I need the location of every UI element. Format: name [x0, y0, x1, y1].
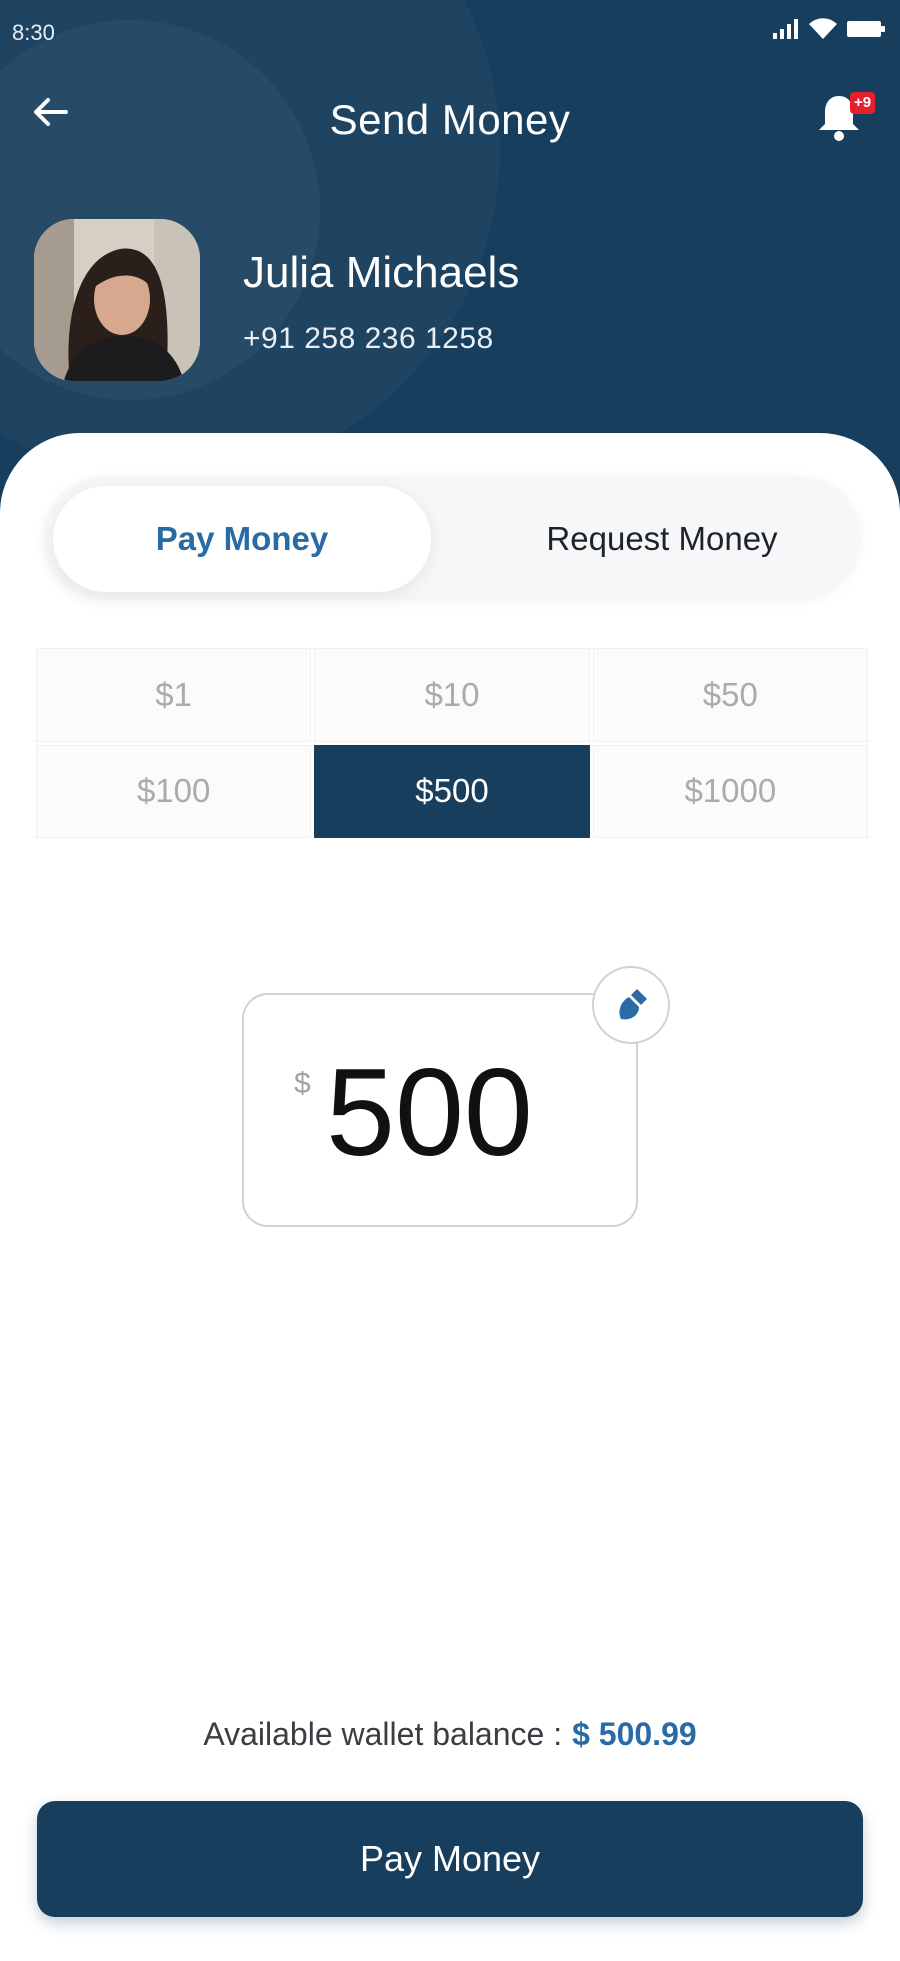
wallet-balance-amount: $ 500.99	[572, 1716, 697, 1752]
pay-money-button[interactable]: Pay Money	[37, 1801, 863, 1917]
amount-option[interactable]: $10	[314, 648, 590, 742]
amount-option[interactable]: $1	[36, 648, 312, 742]
amount-option[interactable]: $100	[36, 744, 312, 838]
status-icons	[772, 18, 886, 40]
signal-icon	[773, 19, 798, 39]
status-bar: 8:30	[0, 0, 900, 60]
wallet-balance-label: Available wallet balance :	[203, 1716, 563, 1752]
avatar	[34, 219, 200, 381]
notifications-button[interactable]: +9	[812, 86, 876, 146]
edit-amount-button[interactable]	[592, 966, 670, 1044]
brush-icon	[619, 989, 647, 1020]
amount-option[interactable]: $50	[592, 648, 868, 742]
currency-symbol: $	[294, 1067, 311, 1100]
amount-value: 500	[326, 1044, 533, 1182]
contact-photo	[34, 219, 200, 381]
amount-option[interactable]: $1000	[592, 744, 868, 838]
battery-icon	[847, 21, 885, 37]
tab-pay-money[interactable]: Pay Money	[53, 486, 431, 592]
wifi-icon	[809, 18, 837, 39]
quick-amount-grid: $1 $10 $50 $100 $500 $1000	[36, 648, 868, 838]
tab-request-money[interactable]: Request Money	[473, 486, 851, 592]
wallet-balance: Available wallet balance : $ 500.99	[0, 1716, 900, 1753]
notification-badge: +9	[850, 92, 876, 114]
amount-option-selected[interactable]: $500	[314, 744, 590, 838]
page-title: Send Money	[329, 96, 571, 143]
amount-input[interactable]: $ 500	[242, 993, 638, 1227]
status-time: 8:30	[12, 20, 55, 45]
contact-name: Julia Michaels	[243, 248, 520, 297]
contact-phone: +91 258 236 1258	[243, 322, 494, 355]
mode-toggle: Pay Money Request Money	[43, 476, 861, 600]
